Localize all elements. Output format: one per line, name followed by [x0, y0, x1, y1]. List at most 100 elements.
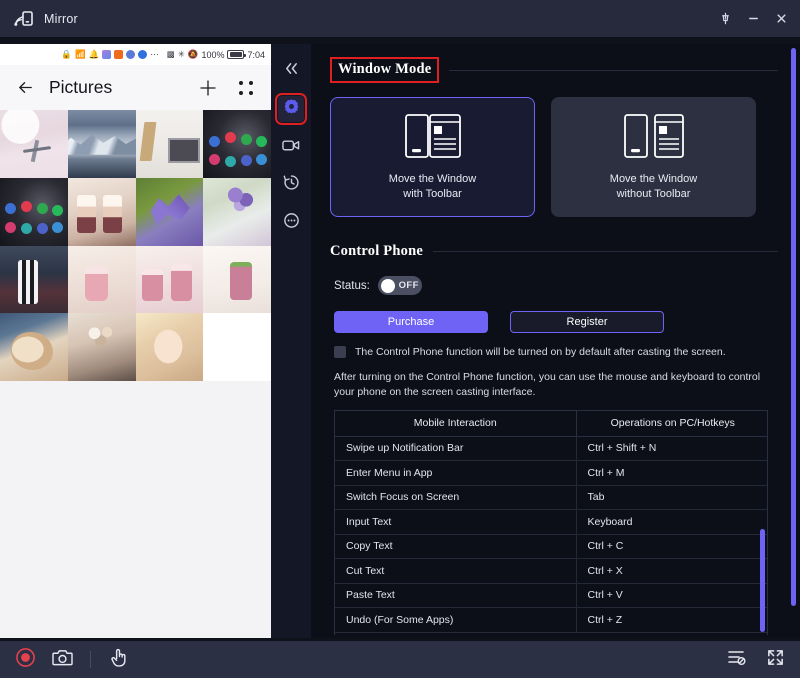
gear-icon	[283, 98, 300, 120]
table-row: Swipe up Notification Bar Ctrl + Shift +…	[335, 436, 768, 461]
control-phone-status-row: Status: OFF	[334, 276, 778, 295]
settings-list-button[interactable]	[725, 648, 749, 672]
column-header-operations: Operations on PC/Hotkeys	[576, 411, 768, 436]
screenshot-button[interactable]	[50, 648, 74, 672]
window-mode-options: Move the Window with Toolbar	[330, 97, 778, 217]
collapse-rail-button[interactable]	[278, 58, 304, 84]
photo-smoothie-1[interactable]	[68, 246, 136, 314]
register-button[interactable]: Register	[510, 311, 664, 333]
toolbar-divider	[90, 651, 91, 668]
messenger-app-icon	[138, 50, 147, 59]
photo-room[interactable]	[136, 110, 204, 178]
cell-interaction: Cut Text	[335, 559, 576, 584]
photo-bouquet[interactable]	[203, 178, 271, 246]
table-row: Enter Menu in App Ctrl + M	[335, 461, 768, 486]
toggle-state-label: OFF	[399, 280, 419, 291]
photo-purple-flower[interactable]	[136, 178, 204, 246]
photo-app-icons-1[interactable]	[203, 110, 271, 178]
back-arrow-icon[interactable]	[12, 75, 38, 101]
close-icon[interactable]	[768, 6, 794, 32]
app-body: 🔒 📶 🔔 ⋯ ▩ ✳ 🔕 100% 7:04	[0, 37, 800, 641]
mode-with-toolbar[interactable]: Move the Window with Toolbar	[330, 97, 535, 217]
control-phone-toggle[interactable]: OFF	[378, 276, 422, 295]
photos-app-icon	[102, 50, 111, 59]
minimize-icon[interactable]	[740, 6, 766, 32]
photo-cat[interactable]	[0, 313, 68, 381]
chevrons-left-icon	[283, 61, 300, 81]
toggle-knob	[381, 279, 395, 293]
table-row: Cut Text Ctrl + X	[335, 559, 768, 584]
title-bar: Mirror	[0, 0, 800, 37]
control-phone-header: Control Phone	[330, 243, 778, 260]
photo-smoothie-3[interactable]	[203, 246, 271, 314]
window-mode-header: Window Mode	[330, 57, 778, 83]
cell-hotkey: Ctrl + C	[576, 534, 768, 559]
photo-girl-flowers[interactable]	[68, 313, 136, 381]
pin-icon[interactable]	[712, 6, 738, 32]
cell-interaction: Undo (For Some Apps)	[335, 608, 576, 633]
cell-hotkey: Ctrl + Z	[576, 608, 768, 633]
table-row: Paste Text Ctrl + V	[335, 583, 768, 608]
more-options-button[interactable]	[278, 210, 304, 236]
expand-arrows-icon	[766, 648, 785, 672]
default-on-checkbox[interactable]	[334, 346, 346, 358]
window-with-toolbar-icon	[402, 112, 464, 160]
cell-hotkey: Tab	[576, 485, 768, 510]
hand-pointer-icon	[110, 647, 129, 673]
wifi-icon: 📶	[75, 50, 86, 59]
history-button[interactable]	[278, 172, 304, 198]
control-phone-title: Control Phone	[330, 243, 423, 260]
photo-app-icons-2[interactable]	[0, 178, 68, 246]
column-header-mobile-interaction: Mobile Interaction	[335, 411, 576, 436]
photo-grid[interactable]	[0, 110, 271, 381]
settings-panel: Window Mode	[311, 44, 800, 638]
cell-interaction: Paste Text	[335, 583, 576, 608]
panel-scrollbar-thumb[interactable]	[791, 48, 796, 606]
fullscreen-button[interactable]	[763, 648, 787, 672]
cell-hotkey: Ctrl + M	[576, 461, 768, 486]
header-divider-2	[433, 251, 778, 252]
bottom-toolbar-left	[13, 648, 131, 672]
photo-mountain[interactable]	[68, 110, 136, 178]
photo-girl-portrait[interactable]	[136, 313, 204, 381]
phone-mirror-view[interactable]: 🔒 📶 🔔 ⋯ ▩ ✳ 🔕 100% 7:04	[0, 44, 271, 638]
bell-icon: 🔔	[89, 50, 100, 59]
cell-interaction: Input Text	[335, 510, 576, 535]
mode-label-line2: with Toolbar	[403, 188, 462, 200]
mode-with-toolbar-label: Move the Window with Toolbar	[389, 172, 476, 202]
window-mode-title: Window Mode	[330, 57, 439, 83]
table-scrollbar-thumb[interactable]	[760, 529, 765, 632]
mode2-label-line2: without Toolbar	[617, 188, 691, 200]
mode-label-line1: Move the Window	[389, 173, 476, 185]
purchase-register-row: Purchase Register	[334, 311, 778, 333]
lock-icon: 🔒	[61, 50, 72, 59]
photo-soccer[interactable]	[0, 246, 68, 314]
purchase-button[interactable]: Purchase	[334, 311, 488, 333]
record-button[interactable]	[13, 648, 37, 672]
window-title: Mirror	[44, 12, 78, 26]
mirror-app-window: Mirror 🔒 📶	[0, 0, 800, 678]
status-label: Status:	[334, 280, 370, 292]
phone-app-bar: Pictures	[0, 65, 271, 110]
table-row: Switch Focus on Screen Tab	[335, 485, 768, 510]
default-on-checkbox-row[interactable]: The Control Phone function will be turne…	[334, 345, 778, 359]
hotkeys-table-wrapper[interactable]: Mobile Interaction Operations on PC/Hotk…	[334, 410, 768, 635]
more-grid-icon[interactable]	[233, 75, 259, 101]
touch-control-button[interactable]	[107, 648, 131, 672]
photo-plane[interactable]	[0, 110, 68, 178]
photo-dessert[interactable]	[68, 178, 136, 246]
cell-hotkey: Ctrl + Shift + N	[576, 436, 768, 461]
mode2-label-line1: Move the Window	[610, 173, 697, 185]
battery-percent: 100%	[201, 50, 224, 60]
mode-without-toolbar[interactable]: Move the Window without Toolbar	[551, 97, 756, 217]
plus-icon[interactable]	[195, 75, 221, 101]
cell-hotkey: Ctrl + X	[576, 559, 768, 584]
mode-without-toolbar-label: Move the Window without Toolbar	[610, 172, 697, 202]
cell-hotkey: Keyboard	[576, 510, 768, 535]
sim-icon: ▩	[167, 50, 175, 59]
table-row: Input Text Keyboard	[335, 510, 768, 535]
settings-button[interactable]	[278, 96, 304, 122]
bottom-toolbar-right	[725, 648, 787, 672]
record-video-button[interactable]	[278, 134, 304, 160]
photo-smoothie-2[interactable]	[136, 246, 204, 314]
